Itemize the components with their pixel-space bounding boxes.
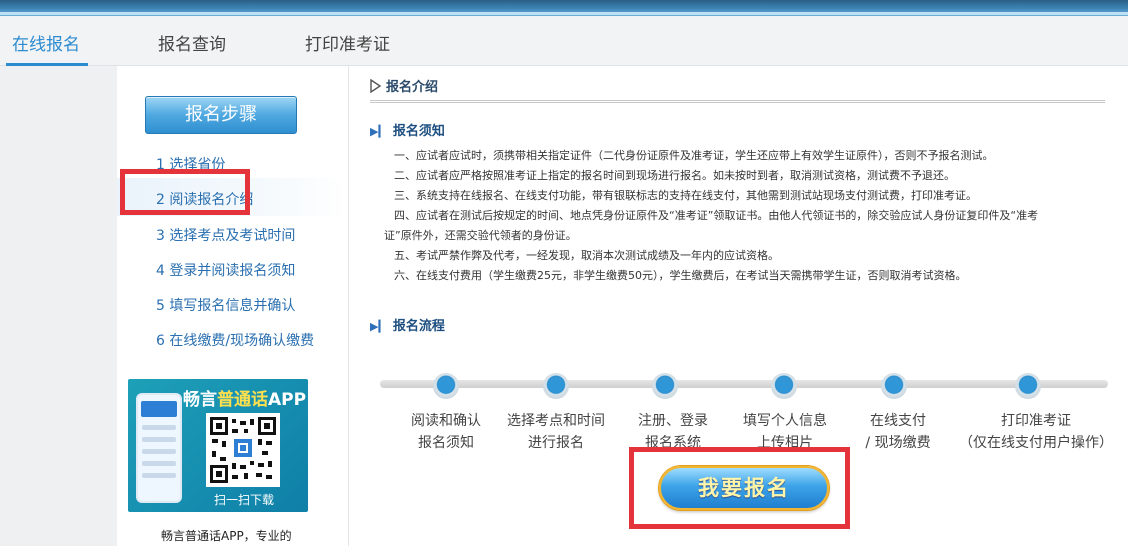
notice-line-3: 三、系统支持在线报名、在线支付功能，带有银联标志的支持在线支付，其他需到测试站现… bbox=[394, 189, 977, 202]
sidebar-step-select-province[interactable]: 1 选择省份 bbox=[156, 154, 225, 174]
flow-step-dot bbox=[543, 373, 569, 399]
notice-line-1: 一、应试者应试时，须携带相关指定证件（二代身份证原件及准考证，学生还应带上有效学… bbox=[394, 149, 994, 162]
flow-step-dot bbox=[1015, 373, 1041, 399]
sidebar-step-payment[interactable]: 6 在线缴费/现场确认缴费 bbox=[156, 330, 314, 350]
flow-subtitle: ▶▎ 报名流程 bbox=[370, 319, 445, 334]
left-gutter bbox=[0, 66, 117, 546]
sidebar-step-login-read-notice[interactable]: 4 登录并阅读报名须知 bbox=[156, 260, 295, 280]
notice-line-6: 六、在线支付费用（学生缴费25元，非学生缴费50元），学生缴费后，在考试当天需携… bbox=[394, 269, 967, 282]
section-divider bbox=[370, 100, 1105, 103]
notice-line-2: 二、应试者应严格按照准考证上指定的报名时间到现场进行报名。如未按时到者，取消测试… bbox=[394, 169, 955, 182]
section-title-intro: 报名介绍 bbox=[370, 76, 438, 95]
play-outline-icon bbox=[370, 78, 382, 94]
flow-label-register-login: 注册、登录 报名系统 bbox=[638, 413, 708, 451]
sidebar-step-fill-info[interactable]: 5 填写报名信息并确认 bbox=[156, 295, 295, 315]
sidebar-step-select-exam-site[interactable]: 3 选择考点及考试时间 bbox=[156, 225, 295, 245]
flow-step-dot bbox=[771, 373, 797, 399]
scan-to-download-label: 扫一扫下载 bbox=[213, 493, 274, 507]
flow-label-select-site: 选择考点和时间 进行报名 bbox=[507, 413, 605, 451]
registration-steps-button[interactable]: 报名步骤 bbox=[145, 96, 297, 134]
app-banner-title: 畅言普通话APP bbox=[183, 390, 307, 410]
sidebar-step-read-intro[interactable]: 2 阅读报名介绍 bbox=[156, 189, 253, 209]
tab-registration-query[interactable]: 报名查询 bbox=[158, 30, 226, 55]
flow-label-payment: 在线支付 / 现场缴费 bbox=[865, 413, 931, 451]
app-description: 畅言普通话APP，专业的 bbox=[161, 529, 292, 543]
tab-online-registration[interactable]: 在线报名 bbox=[12, 30, 80, 55]
notice-line-4: 四、应试者在测试后按规定的时间、地点凭身份证原件及“准考证”领取证书。由他人代领… bbox=[394, 209, 1039, 222]
phone-mockup-image bbox=[136, 393, 182, 503]
double-arrow-icon: ▶▎ bbox=[370, 125, 387, 138]
double-arrow-icon: ▶▎ bbox=[370, 320, 387, 333]
flow-progress-track bbox=[380, 380, 1108, 388]
main-content: 报名介绍 ▶▎ 报名须知 一、应试者应试时，须携带相关指定证件（二代身份证原件及准… bbox=[350, 66, 1128, 546]
register-now-button[interactable]: 我要报名 bbox=[659, 466, 829, 510]
notice-line-5: 五、考试严禁作弊及代考，一经发现，取消本次测试成绩及一年内的应试资格。 bbox=[394, 249, 779, 262]
flow-label-read-confirm: 阅读和确认 报名须知 bbox=[411, 413, 481, 451]
top-navbar: 在线报名 报名查询 打印准考证 bbox=[0, 16, 1128, 66]
tab-print-admission-ticket[interactable]: 打印准考证 bbox=[305, 30, 390, 55]
top-banner-highlight bbox=[0, 12, 1128, 15]
qr-code-icon bbox=[206, 413, 280, 487]
sidebar: 报名步骤 1 选择省份 2 阅读报名介绍 3 选择考点及考试时间 4 登录并阅读… bbox=[117, 66, 349, 546]
flow-label-print-ticket: 打印准考证 （仅在线支付用户操作） bbox=[959, 413, 1113, 451]
notice-subtitle: ▶▎ 报名须知 bbox=[370, 124, 445, 139]
flow-step-dot bbox=[652, 373, 678, 399]
notice-line-4-cont: 证”原件外，还需交验代领者的身份证。 bbox=[384, 229, 577, 242]
app-download-banner[interactable]: 畅言普通话APP 扫一扫下载 bbox=[128, 379, 308, 512]
flow-label-fill-info: 填写个人信息 上传相片 bbox=[743, 413, 827, 451]
flow-step-dot bbox=[881, 373, 907, 399]
flow-step-dot bbox=[433, 373, 459, 399]
